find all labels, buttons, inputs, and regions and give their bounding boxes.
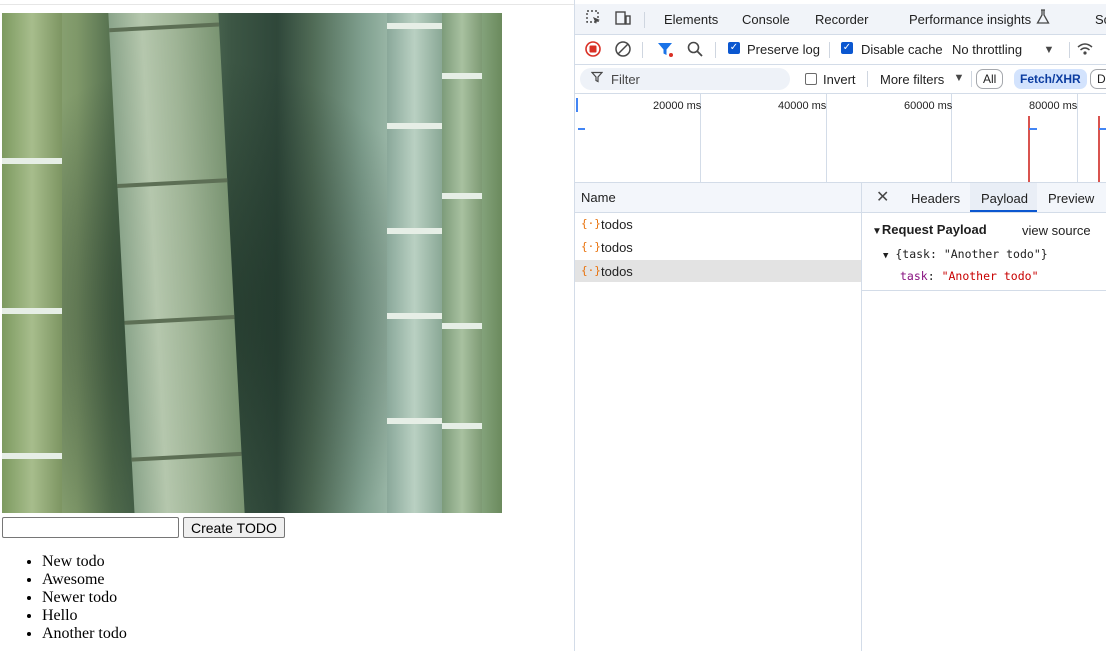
filter-icon [590,71,604,86]
network-toolbar: ✓ Preserve log ✓ Disable cache No thrott… [575,35,1106,65]
todo-list: New todo Awesome Newer todo Hello Anothe… [0,553,127,643]
todo-input[interactable] [2,517,179,538]
create-todo-button[interactable]: Create TODO [183,517,285,538]
throttling-select[interactable]: No throttling [952,42,1022,57]
list-item: Awesome [42,571,127,589]
tab-payload[interactable]: Payload [981,191,1028,206]
payload-object-summary[interactable]: ▼ {task: "Another todo"} [883,247,1048,261]
filter-fetch-xhr-button[interactable]: Fetch/XHR [1014,69,1087,89]
preserve-log-label[interactable]: Preserve log [747,42,820,57]
requests-table: Name {·} todos {·} todos {·} todos [575,183,862,651]
xhr-braces-icon: {·} [581,264,601,277]
network-overview-timeline[interactable]: 20000 ms 40000 ms 60000 ms 80000 ms [575,94,1106,183]
clear-icon[interactable] [613,40,633,60]
tab-elements[interactable]: Elements [664,12,718,27]
devtools-panel: Elements Console Recorder Performance in… [574,0,1106,651]
timeline-tick: 20000 ms [653,100,702,112]
bamboo-image [2,13,502,513]
list-item: Hello [42,607,127,625]
disable-cache-checkbox[interactable]: ✓ [841,42,853,54]
xhr-braces-icon: {·} [581,240,601,253]
list-item: New todo [42,553,127,571]
request-row[interactable]: {·} todos [575,236,861,258]
tab-headers[interactable]: Headers [911,191,960,206]
filter-all-button[interactable]: All [976,69,1004,89]
overview-load-marker [1098,116,1100,182]
chevron-down-icon[interactable]: ▼ [1039,40,1059,60]
close-icon[interactable]: ✕ [876,187,889,207]
triangle-down-icon: ▼ [883,251,889,261]
device-toolbar-icon[interactable] [613,9,633,29]
tab-performance-insights[interactable]: Performance insights [909,12,1031,27]
request-detail-panel: ✕ Headers Payload Preview ▼Request Paylo… [862,183,1106,651]
active-tab-indicator [970,210,1037,212]
inspect-element-icon[interactable] [584,9,604,29]
column-header-name[interactable]: Name [575,183,861,213]
devtools-tabbar: Elements Console Recorder Performance in… [575,4,1106,35]
list-item: Newer todo [42,589,127,607]
flask-icon [1033,9,1053,29]
tab-console[interactable]: Console [742,12,790,27]
overview-request-bar [1029,128,1037,130]
triangle-down-icon: ▼ [872,226,882,237]
overview-load-marker [1028,116,1030,182]
request-row-selected[interactable]: {·} todos [575,260,861,282]
detail-tabbar: ✕ Headers Payload Preview [862,183,1106,213]
tab-preview[interactable]: Preview [1048,191,1094,206]
search-icon[interactable] [685,40,705,60]
timeline-tick: 40000 ms [778,100,827,112]
more-filters-dropdown[interactable]: More filters [880,72,944,87]
filter-bar: Filter Invert More filters ▼ All Fetch/X… [575,65,1106,94]
network-conditions-icon[interactable] [1075,40,1095,60]
web-page: Create TODO New todo Awesome Newer todo … [0,0,574,651]
preserve-log-checkbox[interactable]: ✓ [728,42,740,54]
disable-cache-label[interactable]: Disable cache [861,42,943,57]
view-source-link[interactable]: view source [1022,223,1091,238]
timeline-tick: 60000 ms [904,100,953,112]
xhr-braces-icon: {·} [581,217,601,230]
record-stop-icon[interactable] [583,40,603,60]
invert-checkbox[interactable] [805,73,817,85]
overview-request-bar [578,128,585,130]
invert-label[interactable]: Invert [823,72,856,87]
overview-request-bar [1099,128,1106,130]
chevron-down-icon[interactable]: ▼ [949,68,969,88]
list-item: Another todo [42,625,127,643]
tab-recorder[interactable]: Recorder [815,12,868,27]
payload-field: task: "Another todo" [900,269,1039,283]
filter-doc-button[interactable]: Do [1090,69,1106,89]
overview-start-marker [576,98,578,112]
filter-funnel-icon[interactable] [655,40,675,60]
todo-form: Create TODO [2,517,285,538]
filter-input[interactable]: Filter [580,68,790,90]
tab-sources[interactable]: Sc [1095,12,1106,27]
request-payload-heading[interactable]: ▼Request Payload [872,222,987,237]
filter-placeholder: Filter [611,72,640,87]
timeline-tick: 80000 ms [1029,100,1078,112]
request-row[interactable]: {·} todos [575,213,861,235]
